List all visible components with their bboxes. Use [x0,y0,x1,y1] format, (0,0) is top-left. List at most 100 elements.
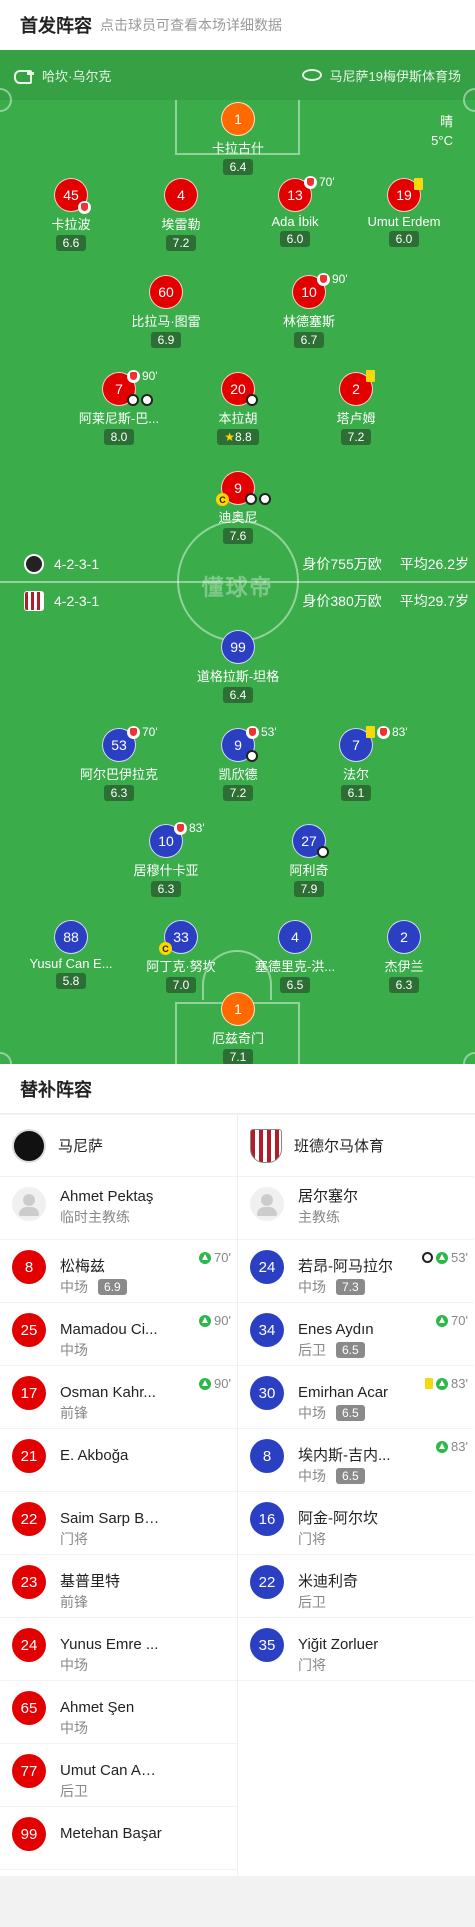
away-player[interactable]: 1 厄兹奇门 7.1 [183,992,293,1064]
sub-player-row[interactable]: 22 米迪利奇 后卫 [238,1555,474,1618]
player-info: Metehan Başar [60,1817,162,1844]
sub-player-row[interactable]: 65 Ahmet Şen 中场 [0,1681,237,1744]
sub-player-row[interactable]: 17 Osman Kahr... 前锋 90' [0,1366,237,1429]
home-player[interactable]: 19 Umut Erdem 6.0 [349,178,459,248]
sub-player-row[interactable]: 25 Mamadou Ci... 中场 90' [0,1303,237,1366]
away-player[interactable]: 7 法尔 6.1 [301,728,411,802]
away-badge-icon [24,591,44,611]
home-player[interactable]: 9 迪奥尼 7.6 [183,471,293,545]
player-position-line: 门将 [60,1529,162,1549]
player-name: 厄兹奇门 [211,1031,264,1046]
home-player[interactable]: 45 卡拉波 6.6 [16,178,126,252]
coach-avatar-icon [12,1187,46,1221]
sub-event: 70' [199,1250,231,1265]
player-info: 松梅兹中场 6.9 [60,1250,162,1297]
player-info: 阿金-阿尔坎 门将 [298,1502,400,1549]
home-badge-icon [24,554,44,574]
home-player[interactable]: 2 塔卢姆 7.2 [301,372,411,446]
sub-in-icon [436,1377,449,1390]
away-player[interactable]: 2 杰伊兰 6.3 [349,920,459,994]
player-rating: 7.2 [340,429,372,445]
sub-player-row[interactable]: 24 若昂-阿马拉尔 中场 7.3 53' [238,1240,474,1303]
sub-player-row[interactable]: 30 Emirhan Acar 中场 6.5 83' [238,1366,474,1429]
player-position-line: 后卫 [298,1592,400,1612]
player-name: Ahmet Şen [60,1699,135,1716]
player-position: 中场 [60,1720,88,1736]
sub-player-row[interactable]: 8 埃内斯-吉内... 中场 6.5 83' [238,1429,474,1492]
player-position-line: 中场 6.9 [60,1277,162,1297]
away-player[interactable]: 99 道格拉斯-坦格 6.4 [183,630,293,704]
substitution-icon [304,175,317,189]
player-info: Emirhan Acar 中场 6.5 [298,1376,400,1423]
away-player[interactable]: 10 居穆什卡亚 6.3 [111,824,221,898]
away-player[interactable]: 53 阿尔巴伊拉克 6.3 [64,728,174,802]
player-number: 60 [149,275,183,309]
player-number: 24 [12,1628,46,1662]
player-name: 阿利奇 [289,863,329,878]
event-minute: 83' [392,725,408,739]
sub-player-row[interactable]: 24 Yunus Emre ... 中场 [0,1618,237,1681]
home-player[interactable]: 7 阿莱尼斯-巴... 8.0 [64,372,174,446]
player-name: 阿丁克·努坎 [146,959,216,974]
event-minute: 90' [214,1313,231,1328]
away-player[interactable]: 9 凯欣德 7.2 [183,728,293,802]
home-player[interactable]: 10 林德塞斯 6.7 [254,275,364,349]
corner-arc-tr [463,88,475,112]
away-player[interactable]: 4 塞德里克-洪... 6.5 [240,920,350,994]
coach-row[interactable]: Ahmet Pektaş 临时主教练 [0,1177,237,1240]
player-position-line: 前锋 [60,1592,162,1612]
player-name: Emirhan Acar [298,1384,389,1401]
home-player[interactable]: 4 埃雷勒 7.2 [126,178,236,252]
subs-panel: 马尼萨 Ahmet Pektaş 临时主教练 8 松梅兹 中场 6.9 70' 25 Mam… [0,1115,475,1876]
pitch: 哈坎·乌尔克 马尼萨19梅伊斯体育场 晴 5°C 懂球帝 4-2-3-1 身价7… [0,50,475,1064]
player-name: 基普里特 [60,1573,121,1590]
away-subs-column: 班德尔马体育 居尔塞尔 主教练 24 若昂-阿马拉尔 中场 7.3 53' 34 Enes … [237,1115,474,1876]
coach-name: 居尔塞尔 [298,1188,359,1205]
player-number: 88 [54,920,88,954]
sub-player-row[interactable]: 77 Umut Can Asl... 后卫 [0,1744,237,1807]
sub-player-row[interactable]: 21 E. Akboğa [0,1429,237,1492]
event-minute: 90' [214,1376,231,1391]
player-number: 24 [250,1250,284,1284]
coach-name: Ahmet Pektaş [60,1188,154,1205]
player-rating: 6.5 [336,1342,365,1358]
player-name: 林德塞斯 [282,314,335,329]
page-title: 首发阵容 [20,16,92,36]
coach-row[interactable]: 居尔塞尔 主教练 [238,1177,474,1240]
player-rating: 6.7 [293,332,325,348]
player-rating: 6.9 [150,332,182,348]
away-player[interactable]: 88 Yusuf Can E... 5.8 [16,920,126,990]
header-hint: 点击球员可查看本场详细数据 [100,17,282,33]
sub-player-row[interactable]: 23 基普里特 前锋 [0,1555,237,1618]
weather-temperature: 5°C [431,133,453,148]
home-player[interactable]: 20 本拉胡 ★8.8 [183,372,293,446]
assist-icon [141,394,153,406]
away-player[interactable]: 33 阿丁克·努坎 7.0 [126,920,236,994]
player-number: 99 [12,1817,46,1851]
sub-player-row[interactable]: 35 Yiğit Zorluer 门将 [238,1618,474,1681]
home-subs-team: 马尼萨 [0,1115,237,1177]
sub-player-row[interactable]: 34 Enes Aydın 后卫 6.5 70' [238,1303,474,1366]
event-minute: 83' [451,1376,468,1391]
home-player[interactable]: 1 卡拉古什 6.4 [183,102,293,176]
sub-player-row[interactable]: 8 松梅兹 中场 6.9 70' [0,1240,237,1303]
player-info: Yunus Emre ... 中场 [60,1628,162,1675]
player-number: 4 [278,920,312,954]
player-name: 迪奥尼 [218,510,258,525]
sub-player-row[interactable]: 99 Metehan Başar [0,1807,237,1870]
player-name: 松梅兹 [60,1258,106,1275]
player-number: 22 [250,1565,284,1599]
captain-icon: C [216,493,229,506]
home-player[interactable]: 60 比拉马·图雷 6.9 [111,275,221,349]
player-name: 本拉胡 [218,411,258,426]
event-minute: 70' [142,725,158,739]
lineup-header: 首发阵容 点击球员可查看本场详细数据 [0,0,475,50]
coach-role: 主教练 [298,1209,340,1225]
player-rating: 6.9 [98,1279,127,1295]
sub-in-icon [199,1314,212,1327]
sub-player-row[interactable]: 22 Saim Sarp Bo... 门将 [0,1492,237,1555]
player-name: Metehan Başar [60,1825,162,1842]
away-player[interactable]: 27 阿利奇 7.9 [254,824,364,898]
player-info: E. Akboğa [60,1439,162,1466]
sub-player-row[interactable]: 16 阿金-阿尔坎 门将 [238,1492,474,1555]
